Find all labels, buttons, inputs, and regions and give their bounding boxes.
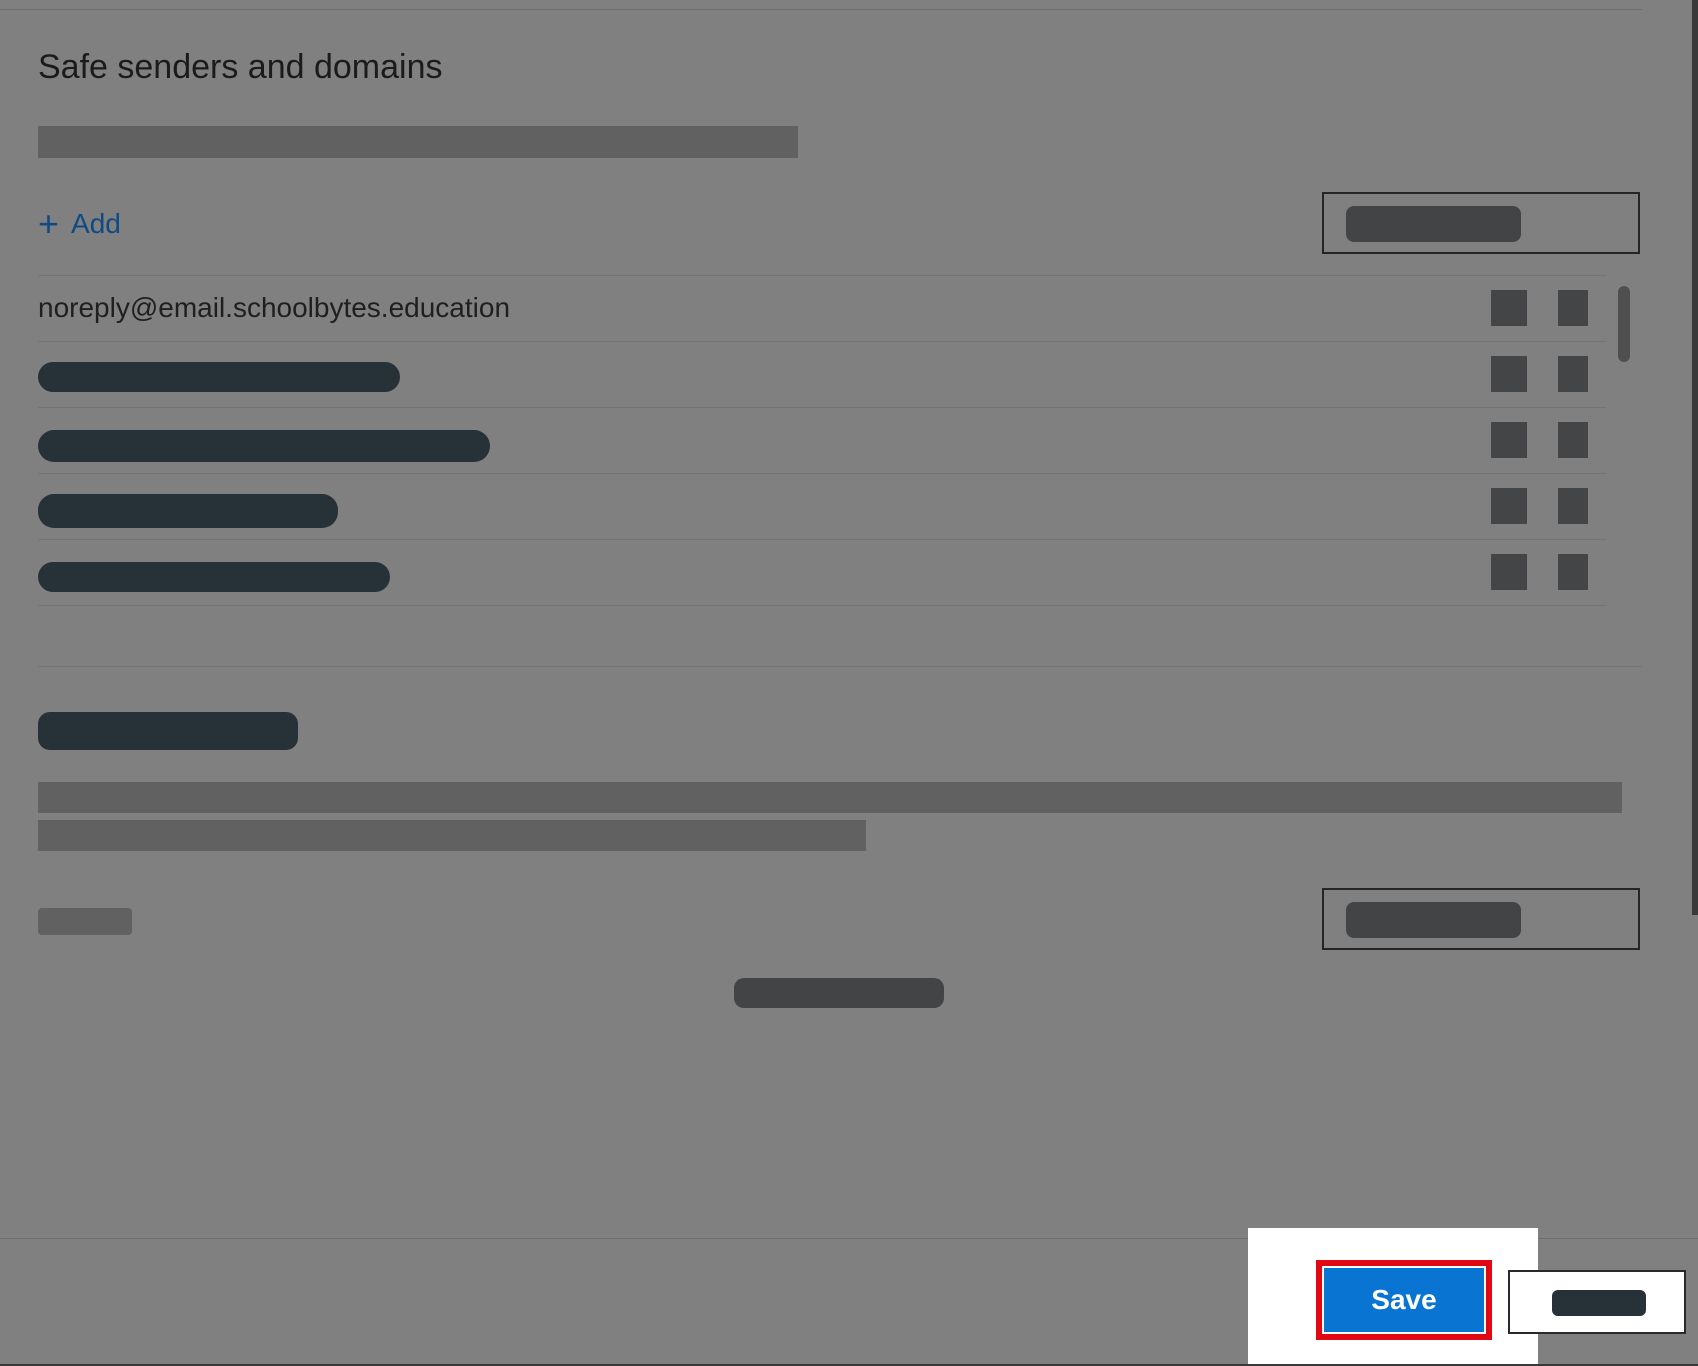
list-item-text-redacted (38, 494, 338, 528)
add-button[interactable]: + Add (38, 206, 121, 242)
section-2-description-redacted (38, 820, 866, 851)
search-input[interactable] (1322, 192, 1640, 254)
edit-icon[interactable] (1491, 356, 1527, 392)
delete-icon[interactable] (1558, 488, 1588, 524)
section-2-title-redacted (38, 712, 298, 750)
section-2-description-redacted (38, 782, 1622, 813)
delete-icon[interactable] (1558, 554, 1588, 590)
delete-icon[interactable] (1558, 290, 1588, 326)
list-item (0, 474, 1610, 540)
section-title: Safe senders and domains (38, 48, 443, 86)
page-scrollbar[interactable] (1692, 0, 1698, 915)
section-description-redacted (38, 126, 798, 158)
delete-icon[interactable] (1558, 422, 1588, 458)
add-button-label: Add (71, 208, 121, 239)
cancel-button[interactable] (1508, 1270, 1686, 1334)
list-item (0, 408, 1610, 474)
list-item (0, 342, 1610, 408)
edit-icon[interactable] (1491, 488, 1527, 524)
list-scrollbar[interactable] (1618, 286, 1630, 362)
search-placeholder-redacted (1346, 902, 1521, 938)
save-button[interactable]: Save (1324, 1268, 1484, 1332)
list-item-text: noreply@email.schoolbytes.education (38, 292, 511, 323)
list-item: noreply@email.schoolbytes.education (0, 276, 1610, 342)
edit-icon[interactable] (1491, 290, 1527, 326)
edit-icon[interactable] (1491, 554, 1527, 590)
section-divider (38, 666, 1642, 667)
empty-state-text-redacted (734, 978, 944, 1008)
list-item-text-redacted (38, 362, 400, 392)
list-item-text-redacted (38, 430, 490, 462)
list-item-text-redacted (38, 562, 390, 592)
top-divider (0, 9, 1642, 10)
list-item (0, 540, 1610, 606)
search-placeholder-redacted (1346, 206, 1521, 242)
delete-icon[interactable] (1558, 356, 1588, 392)
section-2-label-redacted (38, 908, 132, 935)
list-divider (38, 605, 1606, 606)
plus-icon: + (38, 203, 60, 244)
edit-icon[interactable] (1491, 422, 1527, 458)
cancel-button-label-redacted (1552, 1290, 1646, 1316)
section-2-search-input[interactable] (1322, 888, 1640, 950)
